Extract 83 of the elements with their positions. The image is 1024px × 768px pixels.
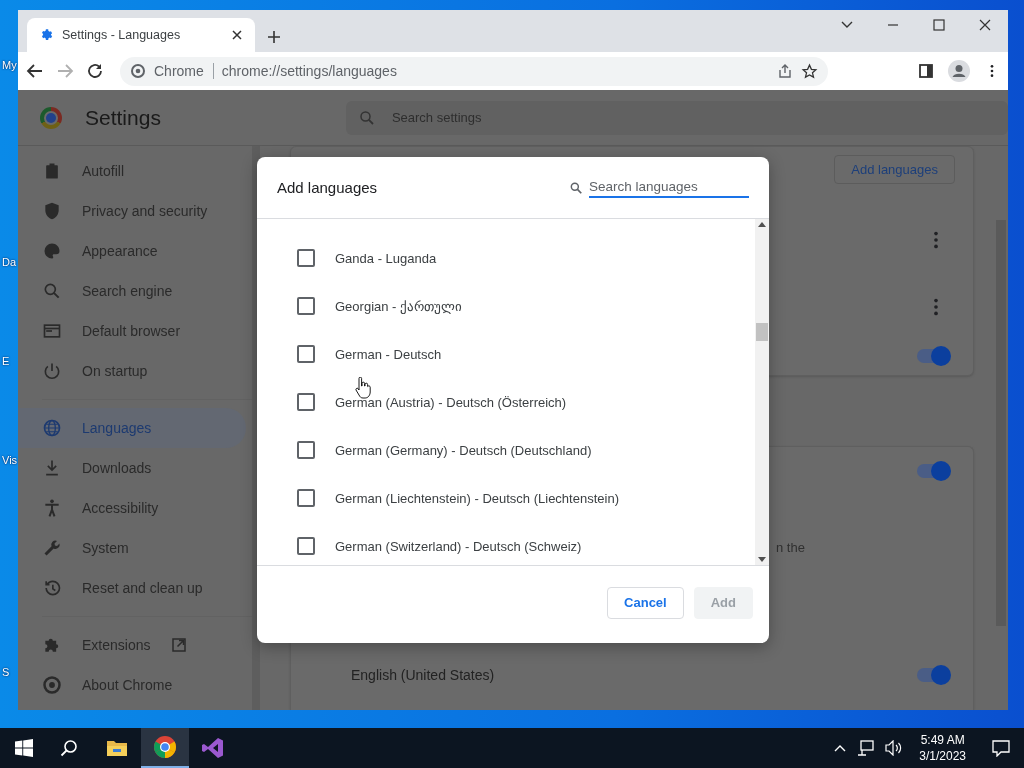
hand-cursor-icon — [355, 377, 371, 399]
network-icon[interactable] — [857, 740, 876, 756]
notification-icon[interactable] — [992, 739, 1010, 757]
address-bar[interactable]: Chrome chrome://settings/languages — [120, 56, 828, 86]
sidebar-item[interactable]: Search engine — [18, 271, 246, 311]
language-option[interactable]: German - Deutsch — [335, 346, 442, 362]
checkbox[interactable] — [297, 345, 315, 363]
sidebar-item[interactable]: About Chrome — [18, 665, 246, 705]
reload-icon[interactable] — [86, 62, 104, 80]
wrench-icon — [42, 538, 62, 558]
desktop-icon-label[interactable]: E — [2, 354, 10, 368]
back-arrow-icon[interactable] — [26, 62, 44, 80]
scrollbar[interactable] — [755, 219, 769, 565]
globe-icon — [42, 418, 62, 438]
url-text: chrome://settings/languages — [221, 63, 398, 79]
clock-time[interactable]: 5:49 AM — [920, 732, 965, 748]
sidebar-item[interactable]: System — [18, 528, 246, 568]
palette-icon — [42, 241, 62, 261]
language-option[interactable]: German (Germany) - Deutsch (Deutschland) — [335, 442, 592, 458]
windows-start-icon[interactable] — [15, 739, 33, 757]
desktop-icon-label[interactable]: Da — [2, 255, 17, 269]
toggle-switch[interactable] — [917, 668, 949, 682]
sidebar-item[interactable]: Downloads — [18, 448, 246, 488]
sidebar-item[interactable]: Accessibility — [18, 488, 246, 528]
profile-avatar-icon[interactable] — [948, 60, 970, 82]
sidebar-item[interactable]: Privacy and security — [18, 191, 246, 231]
chrome-logo-icon — [130, 63, 146, 79]
sidebar-item[interactable]: Appearance — [18, 231, 246, 271]
new-tab-icon[interactable] — [267, 30, 281, 44]
history-icon — [42, 578, 62, 598]
side-panel-icon[interactable] — [918, 63, 934, 79]
search-icon — [569, 180, 583, 195]
sidebar-item[interactable]: Autofill — [18, 151, 246, 191]
taskbar-app[interactable] — [141, 728, 189, 768]
sidebar-item[interactable]: Extensions — [18, 625, 246, 665]
site-label: Chrome — [154, 63, 214, 79]
search-icon — [42, 281, 62, 301]
language-option[interactable]: Ganda - Luganda — [335, 250, 437, 266]
language-option[interactable]: German (Switzerland) - Deutsch (Schweiz) — [335, 538, 582, 554]
power-icon — [42, 361, 62, 381]
checkbox[interactable] — [297, 537, 315, 555]
desktop-icon-label[interactable]: My — [2, 58, 17, 72]
scroll-up-arrow-icon[interactable] — [758, 222, 766, 227]
browser-tab[interactable]: Settings - Languages — [27, 18, 255, 52]
gear-icon — [39, 28, 53, 42]
sidebar-item[interactable]: Languages — [18, 408, 246, 448]
accessibility-icon — [42, 498, 62, 518]
scrollbar-thumb[interactable] — [756, 323, 768, 341]
chrome-logo-icon — [153, 735, 177, 759]
desktop-icon-label[interactable]: S — [2, 665, 10, 679]
checkbox[interactable] — [297, 441, 315, 459]
language-option[interactable]: Georgian - ქართული — [335, 298, 463, 314]
sidebar-item[interactable]: Reset and clean up — [18, 568, 246, 608]
dialog-title: Add languages — [277, 179, 379, 196]
settings-title: Settings — [85, 105, 161, 130]
sidebar-item[interactable]: Default browser — [18, 311, 246, 351]
checkbox[interactable] — [297, 393, 315, 411]
browser-window-icon — [42, 321, 62, 341]
desktop-icon-label[interactable]: Vis — [2, 453, 18, 467]
language-option[interactable]: German (Austria) - Deutsch (Österreich) — [335, 394, 567, 410]
speaker-icon[interactable] — [885, 740, 904, 756]
checkbox[interactable] — [297, 297, 315, 315]
checkbox[interactable] — [297, 489, 315, 507]
external-link-icon — [170, 636, 189, 654]
language-name: English (United States) — [351, 667, 495, 683]
toggle-switch[interactable] — [917, 349, 949, 363]
star-icon[interactable] — [801, 62, 818, 80]
close-icon[interactable] — [231, 29, 243, 41]
scroll-down-arrow-icon[interactable] — [758, 557, 766, 562]
language-option[interactable]: German (Liechtenstein) - Deutsch (Liechtenstein) — [335, 490, 619, 506]
toggle-switch[interactable] — [917, 464, 949, 478]
clock-date[interactable]: 3/1/2023 — [919, 748, 966, 764]
sidebar-item[interactable]: On startup — [18, 351, 246, 391]
search-icon — [357, 108, 376, 127]
chrome-logo-icon — [40, 106, 62, 129]
share-icon[interactable] — [777, 63, 793, 79]
infinity-logo-icon — [201, 736, 225, 760]
shield-icon — [42, 201, 62, 221]
add-languages-button[interactable]: Add languages — [834, 155, 955, 184]
checkbox[interactable] — [297, 249, 315, 267]
chrome-logo-icon — [42, 675, 62, 695]
search-icon[interactable] — [60, 739, 78, 757]
cancel-button[interactable]: Cancel — [607, 586, 684, 619]
